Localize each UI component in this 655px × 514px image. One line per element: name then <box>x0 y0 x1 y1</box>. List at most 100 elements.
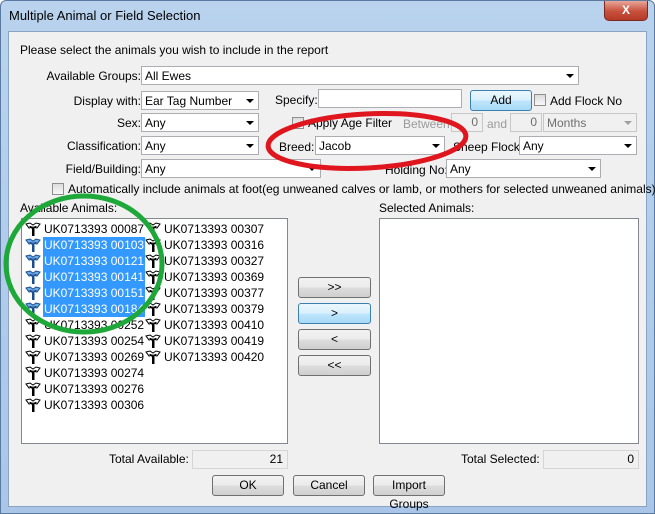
cancel-button[interactable]: Cancel <box>293 475 365 496</box>
remove-selected-button[interactable]: < <box>298 329 371 350</box>
add-button[interactable]: Add <box>470 90 532 111</box>
field-building-value: Any <box>145 162 166 176</box>
chevron-down-icon <box>588 167 596 171</box>
age-unit-dropdown[interactable]: Months <box>543 113 637 132</box>
sheep-flock-value: Any <box>523 139 544 153</box>
sheep-icon <box>25 349 41 365</box>
selected-animals-list[interactable] <box>379 218 639 444</box>
chevron-down-icon <box>308 167 316 171</box>
sex-dropdown[interactable]: Any <box>141 113 259 132</box>
animal-tag: UK0713393 00419 <box>164 334 265 348</box>
auto-include-checkbox[interactable] <box>52 183 64 195</box>
sheep-icon <box>25 317 41 333</box>
sheep-icon <box>25 269 41 285</box>
animal-tag: UK0713393 00254 <box>44 334 145 348</box>
apply-age-filter-label: Apply Age Filter <box>308 116 393 130</box>
between-label: Between <box>403 117 450 131</box>
animal-tag: UK0713393 00121 <box>43 253 146 269</box>
holding-no-label: Holding No: <box>385 163 448 177</box>
animal-tag: UK0713393 00103 <box>43 237 146 253</box>
add-flock-no-label: Add Flock No <box>550 94 623 108</box>
sheep-icon <box>25 285 41 301</box>
animal-tag: UK0713393 00316 <box>164 238 265 252</box>
total-available-value: 21 <box>192 450 288 469</box>
chevron-down-icon <box>624 121 632 125</box>
total-selected-value: 0 <box>543 450 639 469</box>
chevron-down-icon <box>566 74 574 78</box>
sheep-icon <box>145 349 161 365</box>
sheep-icon <box>145 237 161 253</box>
animal-tag: UK0713393 00141 <box>43 269 146 285</box>
add-all-button[interactable]: >> <box>298 277 371 298</box>
total-available-label: Total Available: <box>109 452 189 466</box>
available-groups-label: Available Groups: <box>46 69 142 83</box>
sheep-icon <box>25 237 41 253</box>
age-unit-value: Months <box>547 116 587 130</box>
sheep-icon <box>25 301 41 317</box>
available-groups-dropdown[interactable]: All Ewes <box>141 66 579 85</box>
breed-value: Jacob <box>319 139 352 153</box>
title-bar[interactable]: Multiple Animal or Field Selection X <box>1 1 654 31</box>
chevron-down-icon <box>624 144 632 148</box>
sheep-icon <box>25 333 41 349</box>
sheep-icon <box>25 381 41 397</box>
add-selected-button[interactable]: > <box>298 303 371 324</box>
add-flock-no-checkbox[interactable] <box>534 94 546 106</box>
holding-no-dropdown[interactable]: Any <box>446 159 601 178</box>
holding-no-value: Any <box>450 162 471 176</box>
field-building-label: Field/Building: <box>65 162 141 176</box>
animal-tag: UK0713393 00377 <box>164 286 265 300</box>
dialog-client: Please select the animals you wish to in… <box>8 31 655 511</box>
window-title: Multiple Animal or Field Selection <box>9 8 201 23</box>
auto-include-label: Automatically include animals at foot(eg… <box>68 182 655 196</box>
and-label: and <box>487 117 508 131</box>
sheep-flock-dropdown[interactable]: Any <box>519 136 637 155</box>
dialog-window: Multiple Animal or Field Selection X Ple… <box>0 0 655 514</box>
animal-tag: UK0713393 00379 <box>164 302 265 316</box>
total-selected-label: Total Selected: <box>461 452 540 466</box>
specify-input[interactable] <box>318 89 462 108</box>
classification-value: Any <box>145 139 166 153</box>
animal-tag: UK0713393 00276 <box>44 382 145 396</box>
close-icon: X <box>621 3 630 17</box>
animal-tag: UK0713393 00410 <box>164 318 265 332</box>
animal-tag: UK0713393 00269 <box>44 350 145 364</box>
sheep-icon <box>145 301 161 317</box>
age-from-input[interactable]: 0 <box>451 113 483 132</box>
close-button[interactable]: X <box>604 1 648 21</box>
animal-tag: UK0713393 00252 <box>44 318 145 332</box>
animal-tag: UK0713393 00420 <box>164 350 265 364</box>
chevron-down-icon <box>246 121 254 125</box>
classification-label: Classification: <box>66 139 141 153</box>
sheep-icon <box>145 221 161 237</box>
animal-tag: UK0713393 00307 <box>164 222 265 236</box>
sex-label: Sex: <box>116 116 141 130</box>
animal-tag: UK0713393 00151 <box>43 285 146 301</box>
sheep-icon <box>145 333 161 349</box>
breed-dropdown[interactable]: Jacob <box>315 136 445 155</box>
sheep-icon <box>25 397 41 413</box>
classification-dropdown[interactable]: Any <box>141 136 259 155</box>
chevron-down-icon <box>246 99 254 103</box>
sex-value: Any <box>145 116 166 130</box>
display-with-label: Display with: <box>73 94 141 108</box>
field-building-dropdown[interactable]: Any <box>141 159 321 178</box>
display-with-value: Ear Tag Number <box>145 94 233 108</box>
remove-all-button[interactable]: << <box>298 355 371 376</box>
sheep-icon <box>145 269 161 285</box>
animal-tag: UK0713393 00369 <box>164 270 265 284</box>
ok-button[interactable]: OK <box>212 475 284 496</box>
animal-tag: UK0713393 00274 <box>44 366 145 380</box>
breed-label: Breed: <box>279 140 315 154</box>
sheep-icon <box>145 253 161 269</box>
chevron-down-icon <box>246 144 254 148</box>
display-with-dropdown[interactable]: Ear Tag Number <box>141 91 259 110</box>
chevron-down-icon <box>432 144 440 148</box>
animal-tag: UK0713393 00184 <box>43 301 146 317</box>
age-to-input[interactable]: 0 <box>510 113 542 132</box>
specify-label: Specify: <box>275 93 318 107</box>
available-animals-list[interactable]: UK0713393 00087 UK0713393 00103 UK0713393 … <box>21 218 288 444</box>
apply-age-filter-checkbox[interactable] <box>292 117 304 129</box>
animal-tag: UK0713393 00087 <box>44 222 145 236</box>
import-groups-button[interactable]: Import Groups <box>373 475 445 511</box>
